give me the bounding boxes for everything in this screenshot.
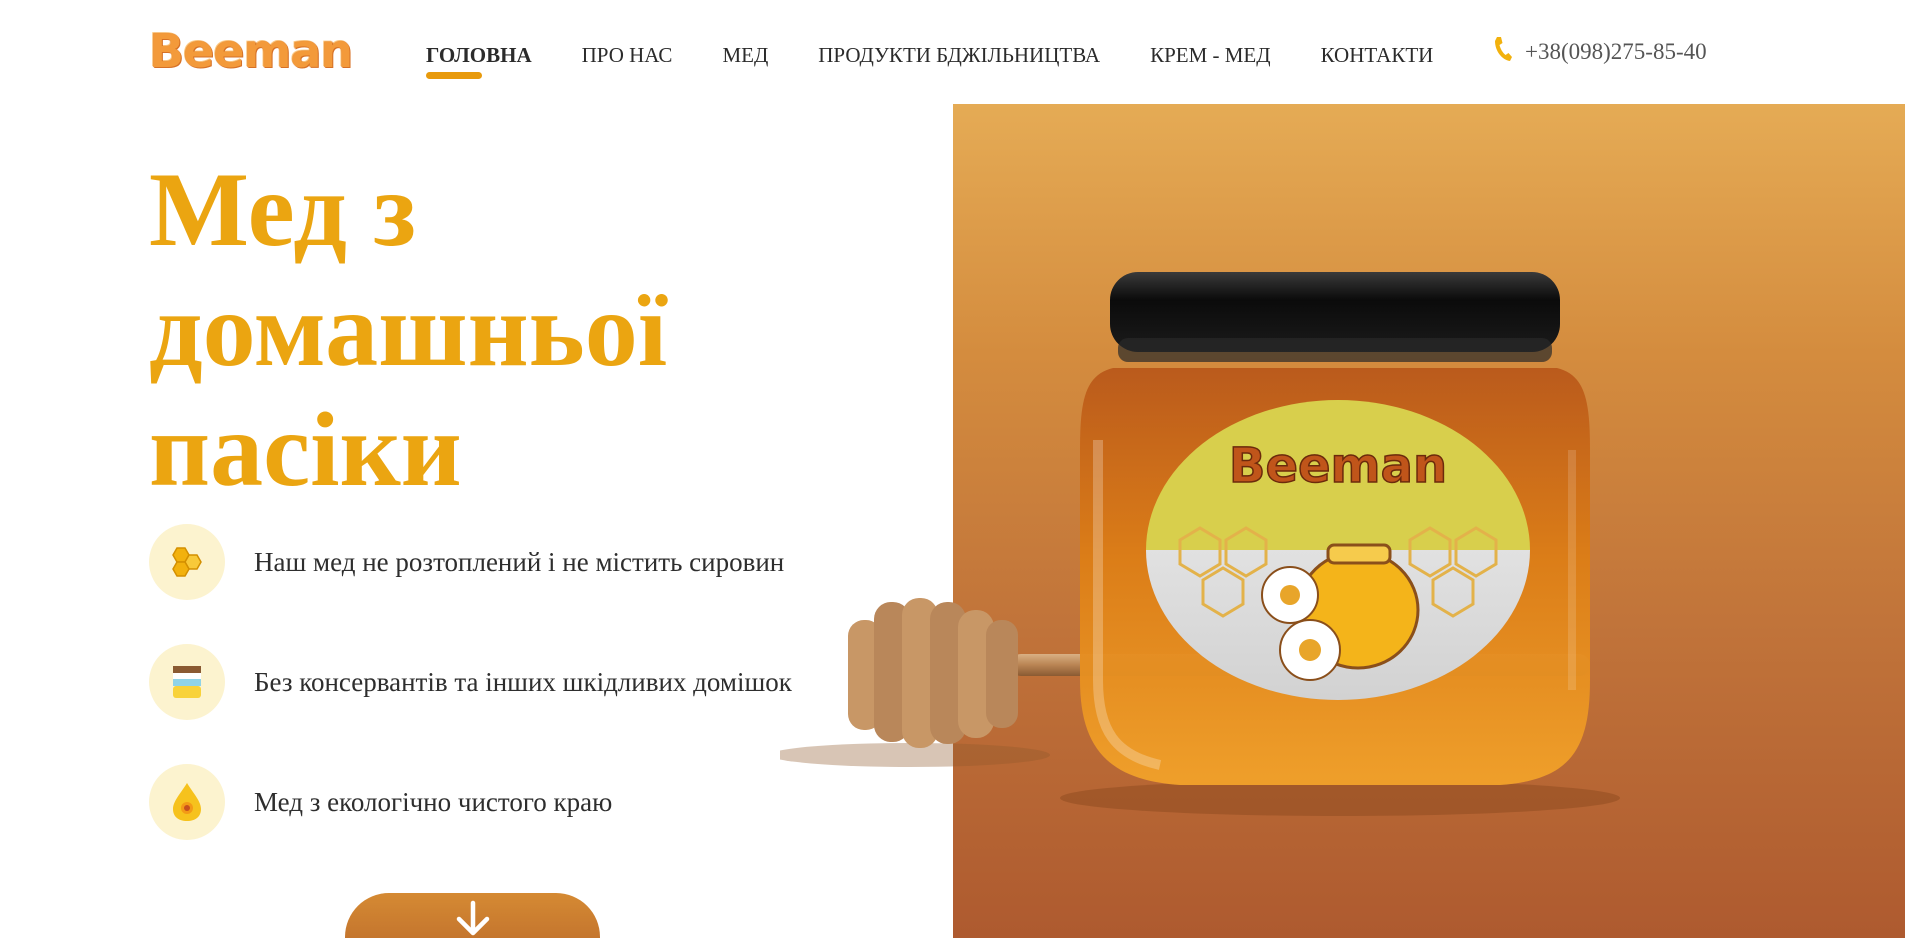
honey-jar-image: Beeman — [780, 272, 1620, 816]
jar-label-text: Beeman — [1229, 438, 1447, 494]
feature-text: Наш мед не розтоплений і не містить сиро… — [254, 546, 785, 577]
feature-item-no-preservatives: Без консервантів та інших шкідливих домі… — [149, 644, 792, 720]
headline-line-1: Мед з — [149, 151, 417, 268]
feature-item-not-melted: Наш мед не розтоплений і не містить сиро… — [149, 524, 784, 600]
arrow-down-icon — [453, 899, 493, 938]
phone-icon — [1493, 36, 1513, 67]
nav-item-cream-honey[interactable]: КРЕМ - МЕД — [1150, 43, 1271, 68]
nav-item-honey[interactable]: МЕД — [722, 43, 768, 68]
nav-item-contacts[interactable]: КОНТАКТИ — [1321, 43, 1434, 68]
site-header: Beeman ГОЛОВНА ПРО НАС МЕД ПРОДУКТИ БДЖІ… — [0, 0, 1905, 104]
nav-item-bee-products[interactable]: ПРОДУКТИ БДЖІЛЬНИЦТВА — [818, 43, 1100, 68]
feature-text: Мед з екологічно чистого краю — [254, 786, 613, 817]
headline-line-2: домашньої — [149, 271, 668, 388]
nav-item-home[interactable]: ГОЛОВНА — [426, 43, 532, 79]
feature-text: Без консервантів та інших шкідливих домі… — [254, 666, 792, 697]
phone-contact[interactable]: +38(098)275-85-40 — [1493, 36, 1707, 67]
honeycomb-icon — [149, 524, 225, 600]
hero-headline: Мед з домашньої пасіки — [149, 150, 769, 510]
main-nav: ГОЛОВНА ПРО НАС МЕД ПРОДУКТИ БДЖІЛЬНИЦТВ… — [426, 43, 1483, 79]
feature-item-eco-clean: Мед з екологічно чистого краю — [149, 764, 612, 840]
nav-item-about[interactable]: ПРО НАС — [582, 43, 673, 68]
headline-line-3: пасіки — [149, 391, 462, 508]
logo[interactable]: Beeman — [149, 24, 353, 78]
honey-jar-icon — [149, 644, 225, 720]
phone-number[interactable]: +38(098)275-85-40 — [1525, 39, 1707, 65]
honey-drop-flower-icon — [149, 764, 225, 840]
scroll-down-button[interactable] — [345, 893, 600, 938]
